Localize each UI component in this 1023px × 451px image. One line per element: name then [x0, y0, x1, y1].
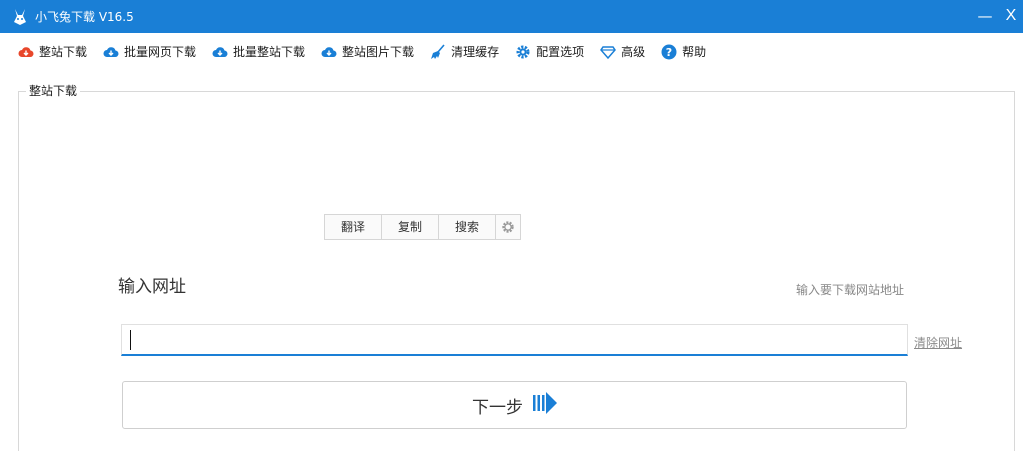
search-button[interactable]: 搜索	[439, 215, 496, 239]
clear-url-link[interactable]: 清除网址	[914, 334, 962, 351]
toolbar-label: 配置选项	[536, 45, 585, 59]
toolbar-label: 清理缓存	[451, 45, 500, 59]
toolbar-label: 高级	[621, 45, 646, 59]
toolbar-advanced[interactable]: 高级	[600, 40, 645, 64]
text-caret	[130, 330, 131, 350]
cloud-download-blue-icon	[103, 44, 119, 60]
toolbar-help[interactable]: ? 帮助	[661, 40, 706, 64]
toolbar-site-download[interactable]: 整站下载	[18, 40, 87, 64]
url-label: 输入网址	[118, 277, 186, 297]
toolbar-label: 整站下载	[39, 45, 88, 59]
svg-text:?: ?	[666, 46, 672, 59]
toolbar-batch-page-download[interactable]: 批量网页下载	[103, 40, 196, 64]
gear-icon	[515, 44, 531, 60]
url-hint: 输入要下载网站地址	[796, 283, 905, 297]
title-bar: 小飞兔下载 V16.5 — X	[0, 0, 1023, 33]
close-button[interactable]: X	[1000, 3, 1022, 29]
next-step-label: 下一步	[472, 397, 523, 418]
copy-button[interactable]: 复制	[382, 215, 439, 239]
url-input[interactable]	[122, 325, 907, 354]
toolbar: 整站下载 批量网页下载 批量整站下载 整站图片下载 清理缓存 配置选项 高级 ?…	[0, 33, 1023, 70]
minimize-button[interactable]: —	[972, 3, 998, 29]
toolbar-label: 帮助	[682, 45, 707, 59]
toolbar-label: 整站图片下载	[342, 45, 415, 59]
help-icon: ?	[661, 44, 677, 60]
diamond-icon	[600, 44, 617, 60]
translate-button[interactable]: 翻译	[325, 215, 382, 239]
group-title: 整站下载	[26, 82, 81, 99]
url-input-container	[121, 324, 908, 356]
toolbar-label: 批量网页下载	[124, 45, 197, 59]
toolbar-label: 批量整站下载	[233, 45, 306, 59]
toolbar-clear-cache[interactable]: 清理缓存	[430, 40, 499, 64]
next-step-button[interactable]: 下一步	[122, 381, 907, 429]
rabbit-logo-icon	[10, 7, 30, 27]
broom-icon	[430, 43, 446, 60]
gear-icon[interactable]	[496, 215, 520, 239]
cloud-download-blue-icon	[212, 44, 228, 60]
cloud-download-blue-icon	[321, 44, 337, 60]
cloud-download-red-icon	[18, 44, 34, 60]
toolbar-site-image-download[interactable]: 整站图片下载	[321, 40, 414, 64]
window-title: 小飞兔下载 V16.5	[35, 10, 134, 24]
toolbar-settings[interactable]: 配置选项	[515, 40, 584, 64]
forward-arrow-icon	[533, 392, 557, 418]
toolbar-batch-site-download[interactable]: 批量整站下载	[212, 40, 305, 64]
selection-toolbar: 翻译 复制 搜索	[324, 214, 521, 240]
